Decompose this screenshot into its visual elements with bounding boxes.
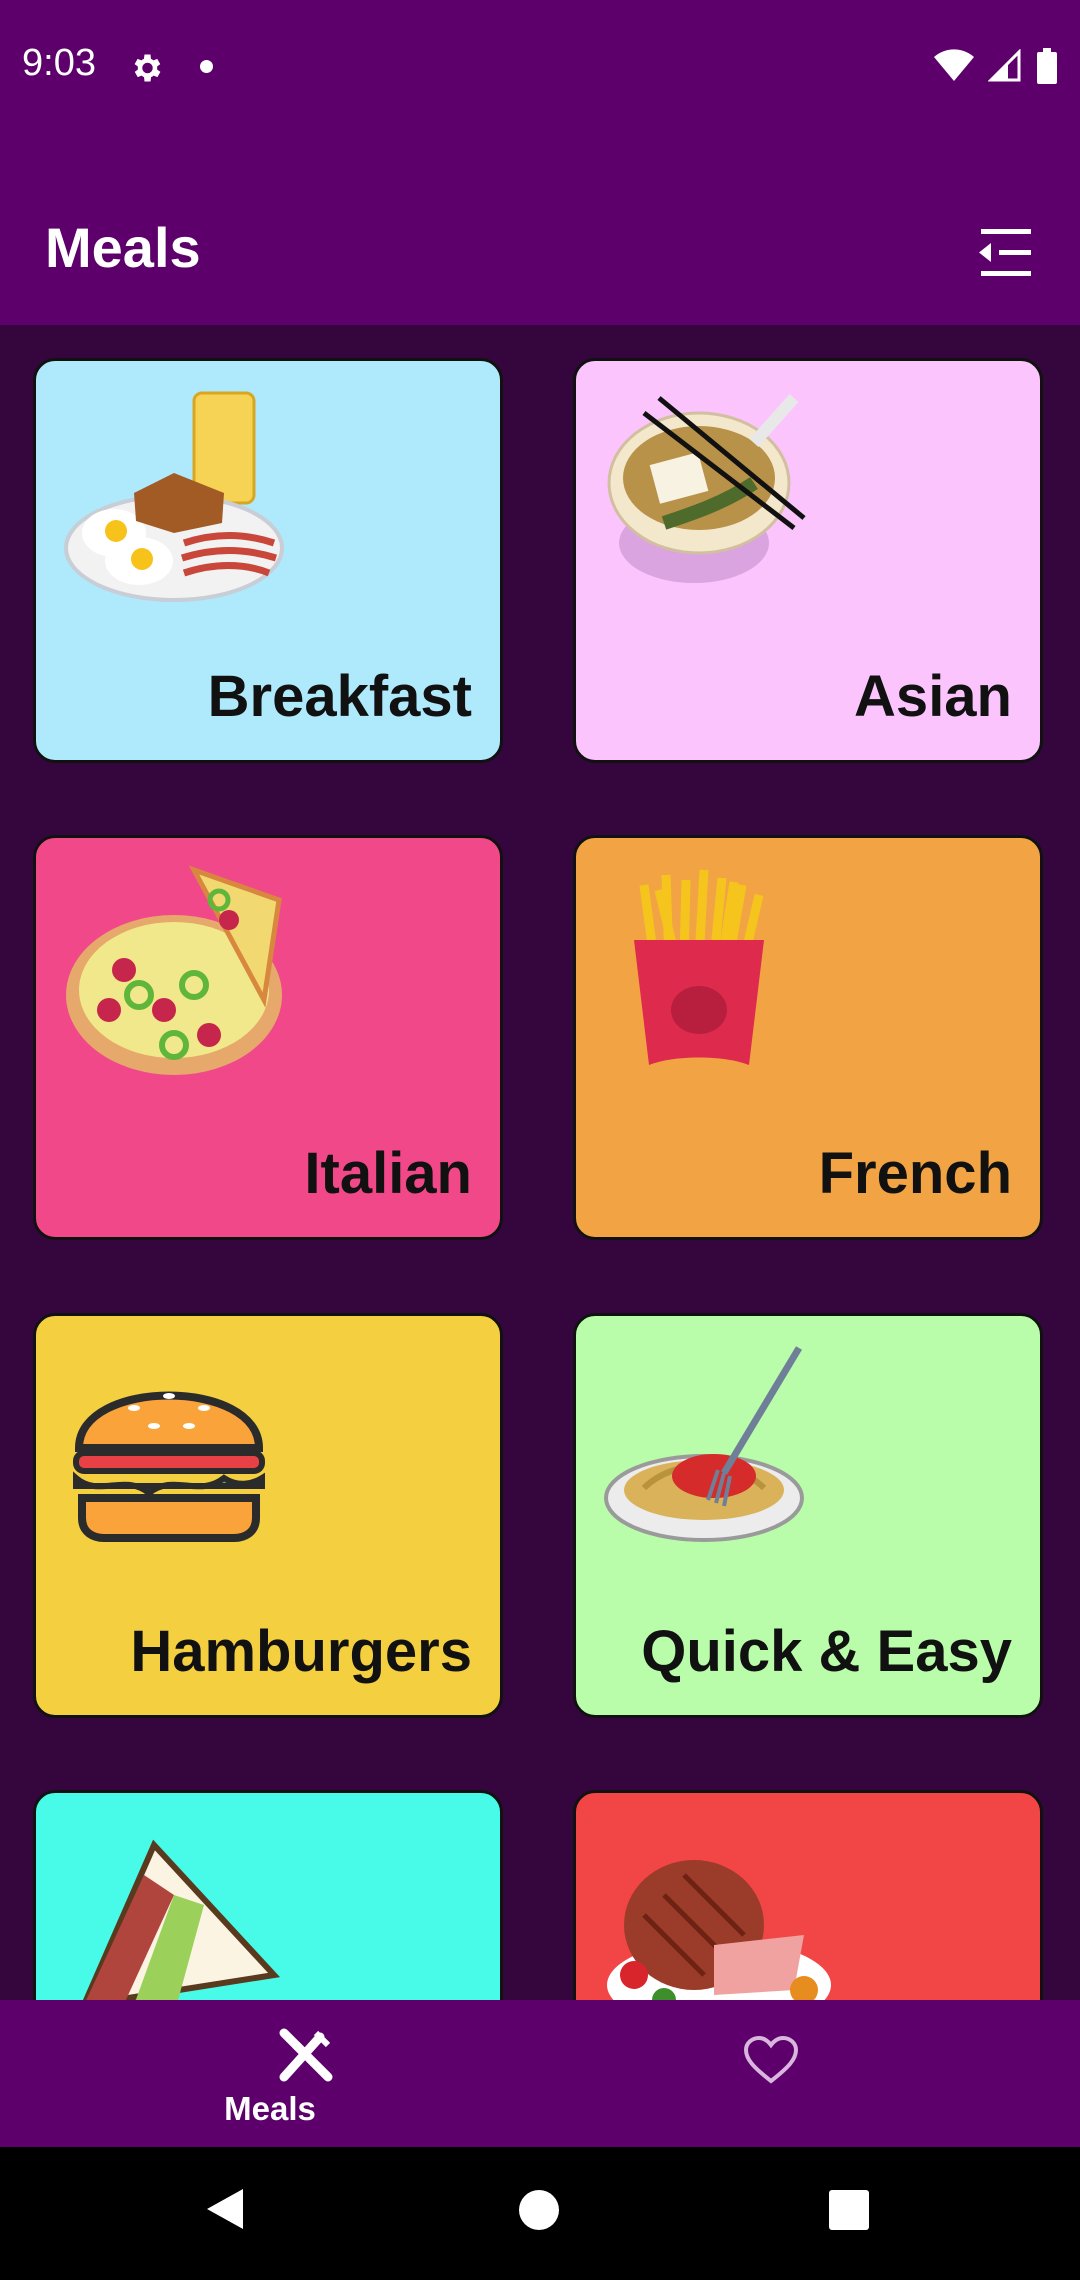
- status-bar: 9:03: [0, 0, 1080, 135]
- category-label: Hamburgers: [130, 1619, 472, 1684]
- category-card-hamburgers[interactable]: Hamburgers: [33, 1313, 503, 1718]
- category-card-quick-easy[interactable]: Quick & Easy: [573, 1313, 1043, 1718]
- category-card-breakfast[interactable]: Breakfast: [33, 358, 503, 763]
- heart-outline-icon: [743, 2035, 799, 2090]
- category-card-8[interactable]: [573, 1790, 1043, 2000]
- menu-icon[interactable]: [975, 223, 1037, 283]
- category-card-italian[interactable]: Italian: [33, 835, 503, 1240]
- notification-dot-icon: [200, 60, 213, 73]
- category-card-asian[interactable]: Asian: [573, 358, 1043, 763]
- fork-knife-icon: [276, 2025, 336, 2090]
- asian-soup-bowl-icon: [607, 394, 806, 583]
- back-icon[interactable]: [205, 2187, 245, 2236]
- sandwich-icon: [82, 1839, 281, 2000]
- spaghetti-icon: [604, 1346, 804, 1542]
- settings-gear-icon: [128, 50, 164, 91]
- pizza-icon: [66, 865, 282, 1075]
- app-bar: Meals: [0, 135, 1080, 325]
- category-card-7[interactable]: [33, 1790, 503, 2000]
- system-navigation-bar: [0, 2147, 1080, 2280]
- category-label: Italian: [304, 1141, 472, 1206]
- nav-tab-meals[interactable]: Meals: [39, 2000, 579, 2147]
- hamburger-icon: [73, 1391, 265, 1542]
- category-label: Breakfast: [207, 664, 472, 729]
- category-label: French: [818, 1141, 1012, 1206]
- recents-icon[interactable]: [829, 2190, 869, 2235]
- breakfast-plate-icon: [64, 391, 284, 602]
- nav-tab-favorites[interactable]: [540, 2000, 1080, 2147]
- roast-ham-icon: [607, 1860, 831, 2000]
- status-time: 9:03: [22, 42, 96, 84]
- french-fries-icon: [634, 869, 764, 1065]
- nav-tab-meals-label: Meals: [224, 2090, 316, 2127]
- home-icon[interactable]: [518, 2189, 560, 2236]
- page-title: Meals: [45, 216, 201, 279]
- category-grid: Breakfast Asian Italian French Hamburger…: [0, 325, 1080, 2000]
- category-label: Quick & Easy: [641, 1619, 1012, 1684]
- battery-icon: [1036, 48, 1058, 89]
- bottom-navigation: Meals: [0, 2000, 1080, 2147]
- category-label: Asian: [854, 664, 1012, 729]
- wifi-icon: [934, 49, 974, 88]
- category-card-french[interactable]: French: [573, 835, 1043, 1240]
- cell-signal-icon: [987, 48, 1022, 88]
